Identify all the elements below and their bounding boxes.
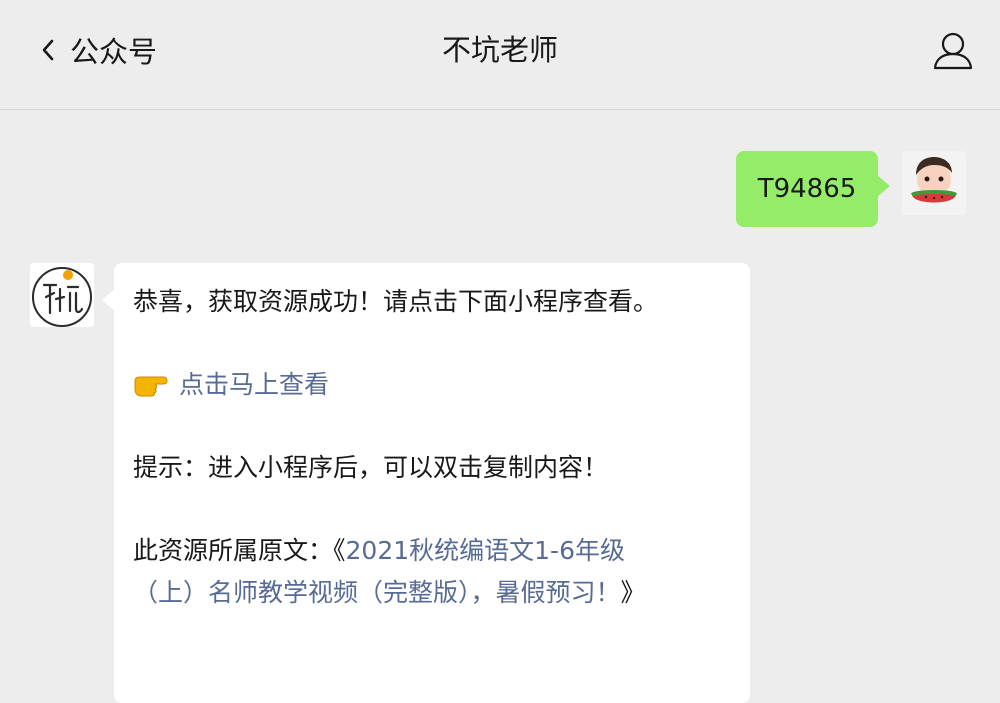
message-line-source: 此资源所属原文：《2021秋统编语文1-6年级 [133,530,730,572]
person-icon [933,32,973,70]
source-suffix: 》 [620,578,646,607]
message-line-tip: 提示：进入小程序后，可以双击复制内容！ [133,453,609,482]
chat-title: 不坑老师 [441,33,558,67]
incoming-message-bubble[interactable]: 恭喜，获取资源成功！请点击下面小程序查看。 点击马上查看 提示：进入小程序后，可… [102,263,750,703]
official-account-avatar[interactable] [30,263,94,327]
profile-button[interactable] [932,30,974,72]
message-line-success: 恭喜，获取资源成功！请点击下面小程序查看。 [133,287,659,316]
pointing-hand-icon [134,376,168,397]
source-article-link-cont[interactable]: （上）名师教学视频（完整版），暑假预习！ [133,578,621,607]
outgoing-message-bubble[interactable]: T94865 [736,151,890,227]
open-mini-program-link[interactable]: 点击马上查看 [179,370,329,399]
message-line-source-cont: （上）名师教学视频（完整版），暑假预习！》 [133,572,730,614]
outgoing-message-text: T94865 [757,174,857,204]
source-article-link[interactable]: 2021秋统编语文1-6年级 [346,536,625,565]
user-avatar[interactable] [902,151,966,215]
source-prefix: 此资源所属原文：《 [133,536,346,565]
child-avatar-icon [902,151,966,215]
top-bar: 公众号 不坑老师 [0,0,1000,110]
chat-area[interactable]: T94865 恭喜，获取资源成功！请点击下面小程序查看。 点击马上查看 提示：进… [0,111,1000,703]
message-line-link: 点击马上查看 [133,364,730,406]
account-logo-icon [30,263,94,327]
